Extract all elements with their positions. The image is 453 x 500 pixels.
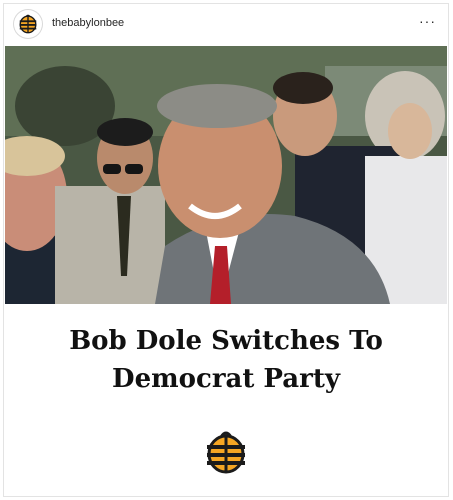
headline-line-2: Democrat Party — [112, 364, 340, 394]
post-photo — [5, 46, 447, 304]
babylon-bee-logo-icon — [19, 14, 37, 34]
babylon-bee-logo-icon — [202, 428, 250, 476]
post-card: thebabylonbee ··· Bob Dole Switches To D… — [3, 3, 449, 497]
post-username[interactable]: thebabylonbee — [52, 17, 124, 29]
headline-line-1: Bob Dole Switches To — [69, 326, 383, 356]
post-header: thebabylonbee ··· — [4, 4, 448, 44]
headline: Bob Dole Switches To Democrat Party — [4, 322, 448, 398]
photo-illustration — [5, 46, 447, 304]
profile-avatar[interactable] — [14, 10, 42, 38]
more-options-icon[interactable]: ··· — [419, 14, 436, 28]
